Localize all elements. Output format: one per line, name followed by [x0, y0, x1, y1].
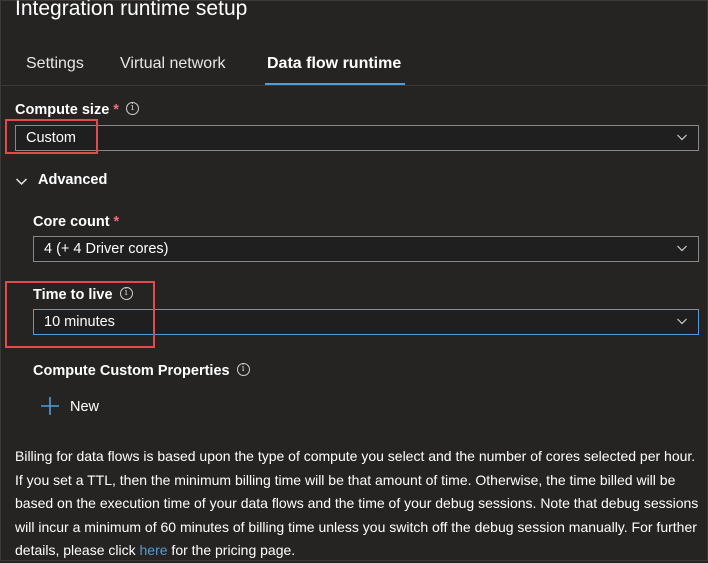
compute-size-label: Compute size * i — [15, 102, 139, 118]
pricing-link[interactable]: here — [140, 542, 168, 558]
info-icon[interactable]: i — [236, 363, 250, 376]
time-to-live-value: 10 minutes — [44, 314, 115, 330]
tab-settings[interactable]: Settings — [26, 55, 84, 73]
tab-virtual-network[interactable]: Virtual network — [120, 55, 226, 73]
tab-data-flow-runtime[interactable]: Data flow runtime — [267, 55, 401, 73]
required-asterisk: * — [113, 102, 119, 118]
chevron-down-icon — [677, 134, 687, 141]
time-to-live-dropdown[interactable]: 10 minutes — [33, 309, 699, 335]
info-icon[interactable]: i — [119, 287, 133, 300]
core-count-label-text: Core count — [33, 214, 110, 230]
compute-size-label-text: Compute size — [15, 102, 110, 118]
billing-text: Billing for data flows is based upon the… — [15, 448, 699, 558]
advanced-label: Advanced — [38, 172, 108, 188]
new-button-label: New — [70, 399, 100, 415]
info-icon[interactable]: i — [125, 102, 139, 115]
billing-text-end: for the pricing page. — [167, 542, 296, 558]
chevron-down-icon — [677, 318, 687, 325]
chevron-down-icon — [677, 245, 687, 252]
compute-size-dropdown[interactable]: Custom — [15, 125, 699, 151]
page-title: Integration runtime setup — [15, 0, 248, 20]
required-asterisk: * — [113, 214, 120, 230]
compute-size-value: Custom — [26, 130, 76, 146]
time-to-live-label: Time to live i — [33, 287, 133, 303]
core-count-value: 4 (+ 4 Driver cores) — [44, 241, 169, 257]
time-to-live-label-text: Time to live — [33, 287, 113, 303]
core-count-label: Core count * — [33, 214, 119, 230]
chevron-down-icon — [15, 178, 28, 186]
plus-icon — [41, 397, 59, 415]
custom-properties-label-text: Compute Custom Properties — [33, 363, 230, 379]
custom-properties-label: Compute Custom Properties i — [33, 363, 250, 379]
tabs-divider — [1, 85, 708, 86]
core-count-dropdown[interactable]: 4 (+ 4 Driver cores) — [33, 236, 699, 262]
billing-description: Billing for data flows is based upon the… — [15, 445, 699, 563]
